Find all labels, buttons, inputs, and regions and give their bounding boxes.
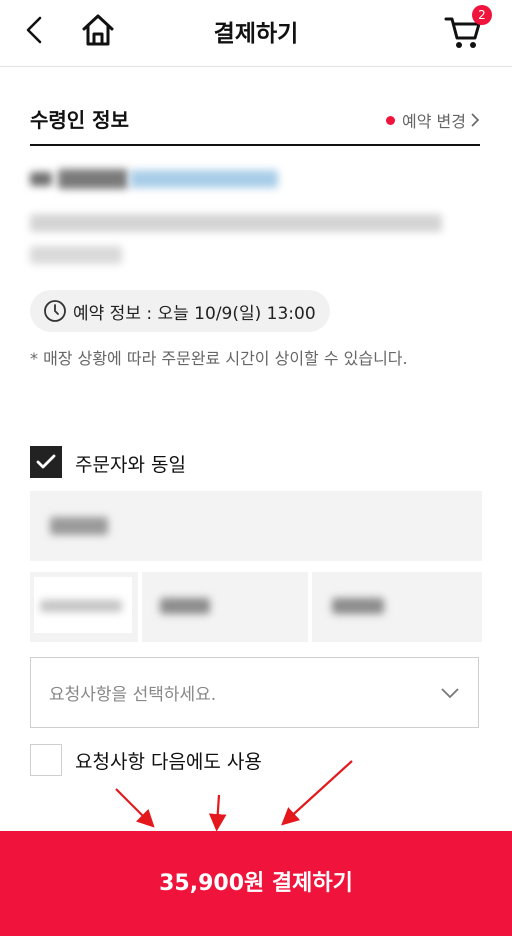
recipient-name-phone-redacted [30,166,280,192]
annotation-arrows [115,760,353,832]
chevron-down-icon [441,687,459,698]
recipient-address-redacted [30,212,450,270]
reservation-info-text: 예약 정보 : 오늘 10/9(일) 13:00 [73,303,316,324]
same-as-orderer-checkbox[interactable] [30,446,62,478]
check-icon [36,454,56,469]
pay-button-label: 35,900원 결제하기 [159,870,353,896]
change-reservation-label: 예약 변경 [402,112,466,131]
change-reservation-link[interactable]: 예약 변경 [386,108,480,132]
reservation-note: * 매장 상황에 따라 주문완료 시간이 상이할 수 있습니다. [30,349,408,368]
clock-icon [43,299,67,323]
phone-middle-field[interactable] [142,572,308,642]
reservation-info-pill: 예약 정보 : 오늘 10/9(일) 13:00 [30,290,330,332]
notice-dot [386,115,396,125]
recipient-name-field[interactable] [30,491,482,561]
request-select[interactable]: 요청사항을 선택하세요. [30,657,479,728]
chevron-right-icon [471,113,480,127]
phone-last-field[interactable] [312,572,482,642]
cart-count-badge: 2 [472,5,492,25]
phone-prefix-select[interactable] [30,572,138,642]
same-as-orderer-label: 주문자와 동일 [75,454,186,476]
section-divider [30,144,480,146]
pay-button[interactable]: 35,900원 결제하기 [0,831,512,936]
request-select-placeholder: 요청사항을 선택하세요. [49,685,217,705]
recipient-section-title: 수령인 정보 [30,108,129,132]
page-title: 결제하기 [213,21,299,47]
